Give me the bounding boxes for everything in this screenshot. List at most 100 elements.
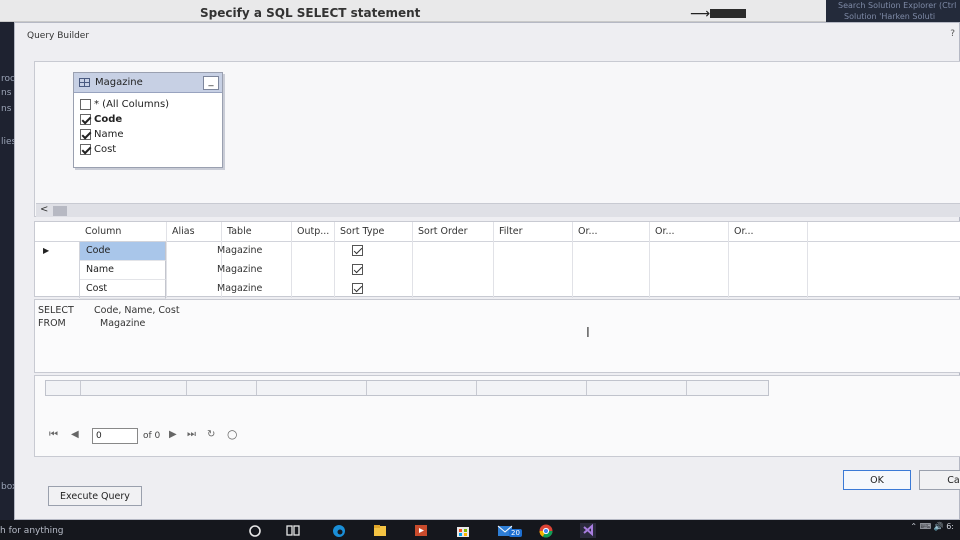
results-pane[interactable]: ⏮ ◀ 0 of 0 ▶ ⏭ ↻ ○ bbox=[34, 375, 960, 457]
text-cursor-icon: I bbox=[586, 326, 590, 341]
last-record-icon[interactable]: ⏭ bbox=[187, 429, 196, 440]
column-item-name[interactable]: Name bbox=[80, 127, 222, 142]
table-icon bbox=[79, 78, 90, 87]
results-divider bbox=[366, 381, 367, 395]
edge-icon[interactable] bbox=[331, 522, 347, 538]
column-checkbox[interactable] bbox=[80, 129, 91, 140]
previous-record-icon[interactable]: ◀ bbox=[71, 429, 79, 440]
first-record-icon[interactable]: ⏮ bbox=[49, 429, 58, 440]
wizard-title: Specify a SQL SELECT statement bbox=[200, 6, 421, 20]
record-number-input[interactable]: 0 bbox=[92, 428, 138, 444]
solution-explorer-header[interactable]: Search Solution Explorer (Ctrl Solution … bbox=[826, 0, 960, 22]
record-count-label: of 0 bbox=[143, 431, 161, 441]
row-selector-column[interactable]: ▶ bbox=[35, 242, 80, 298]
task-view-icon[interactable] bbox=[285, 522, 301, 538]
visual-studio-icon[interactable] bbox=[580, 522, 596, 538]
side-label: ns bbox=[1, 88, 12, 98]
header-table[interactable]: Table bbox=[227, 226, 252, 237]
column-label: Code bbox=[94, 114, 123, 125]
header-sort-type[interactable]: Sort Type bbox=[340, 226, 384, 237]
wizard-header: Specify a SQL SELECT statement ⟶ bbox=[0, 0, 960, 22]
sql-keyword-select: SELECT bbox=[38, 305, 74, 316]
results-grid-header bbox=[45, 380, 769, 396]
column-checkbox[interactable] bbox=[80, 114, 91, 125]
taskbar-search-text[interactable]: h for anything bbox=[0, 526, 64, 536]
sql-select-line[interactable]: SELECT Code, Name, Cost bbox=[38, 305, 180, 316]
scroll-thumb[interactable] bbox=[53, 206, 67, 216]
grid-header-row: Column Alias Table Outp... Sort Type Sor… bbox=[35, 222, 960, 242]
column-item-cost[interactable]: Cost bbox=[80, 142, 222, 157]
stop-icon[interactable]: ○ bbox=[227, 427, 237, 441]
column-checkbox[interactable] bbox=[80, 144, 91, 155]
column-item-code[interactable]: Code bbox=[80, 112, 222, 127]
cell-table[interactable]: Magazine bbox=[217, 264, 262, 275]
cell-column-text: Name bbox=[86, 264, 115, 275]
minimize-button[interactable]: _ bbox=[203, 76, 219, 90]
column-checkbox[interactable] bbox=[80, 99, 91, 110]
header-or-3[interactable]: Or... bbox=[734, 226, 754, 237]
sql-text-pane[interactable]: SELECT Code, Name, Cost FROM Magazine I bbox=[34, 299, 960, 373]
column-label: Name bbox=[94, 129, 124, 140]
grid-row[interactable]: Code Magazine bbox=[80, 242, 960, 261]
cancel-button[interactable]: Canc bbox=[919, 470, 960, 490]
cell-column-text: Code bbox=[86, 245, 111, 256]
execute-query-button[interactable]: Execute Query bbox=[48, 486, 142, 506]
side-label: ns bbox=[1, 104, 12, 114]
sql-keyword-from: FROM bbox=[38, 318, 66, 329]
header-alias[interactable]: Alias bbox=[172, 226, 195, 237]
diagram-pane[interactable]: Magazine _ * (All Columns) Code Name Cos… bbox=[34, 61, 960, 217]
diagram-horizontal-scrollbar[interactable]: < bbox=[36, 203, 960, 217]
refresh-icon[interactable]: ↻ bbox=[207, 429, 215, 440]
criteria-grid[interactable]: Column Alias Table Outp... Sort Type Sor… bbox=[34, 221, 960, 299]
header-or-1[interactable]: Or... bbox=[578, 226, 598, 237]
cell-column[interactable]: Cost bbox=[80, 280, 166, 299]
sql-from-line[interactable]: FROM Magazine bbox=[38, 318, 145, 329]
results-divider bbox=[256, 381, 257, 395]
chrome-icon[interactable] bbox=[538, 522, 554, 538]
column-label: * (All Columns) bbox=[94, 99, 170, 110]
sql-select-columns: Code, Name, Cost bbox=[94, 305, 180, 316]
header-output[interactable]: Outp... bbox=[297, 226, 329, 237]
results-divider bbox=[586, 381, 587, 395]
cell-table[interactable]: Magazine bbox=[217, 283, 262, 294]
cell-column[interactable]: Code bbox=[80, 242, 166, 261]
query-builder-dialog: Query Builder ? Magazine _ * (All Column… bbox=[14, 22, 960, 520]
output-checkbox[interactable] bbox=[352, 245, 363, 256]
header-sort-order[interactable]: Sort Order bbox=[418, 226, 468, 237]
header-filter[interactable]: Filter bbox=[499, 226, 523, 237]
column-item-all[interactable]: * (All Columns) bbox=[80, 97, 222, 112]
solution-node[interactable]: Solution 'Harken Soluti bbox=[844, 12, 935, 21]
system-tray[interactable]: ⌃ ⌨ 🔊 6: bbox=[910, 522, 954, 531]
table-box-title: Magazine bbox=[95, 77, 143, 88]
header-or-2[interactable]: Or... bbox=[655, 226, 675, 237]
windows-taskbar: h for anything 20 ⌃ ⌨ 🔊 6: bbox=[0, 520, 960, 540]
table-column-list: * (All Columns) Code Name Cost bbox=[74, 93, 222, 157]
scroll-left-icon[interactable]: < bbox=[40, 204, 48, 215]
mail-badge: 20 bbox=[509, 529, 522, 537]
store-icon[interactable] bbox=[455, 522, 471, 538]
header-column[interactable]: Column bbox=[85, 226, 121, 237]
table-box-magazine[interactable]: Magazine _ * (All Columns) Code Name Cos… bbox=[73, 72, 223, 168]
grid-row[interactable]: Cost Magazine bbox=[80, 280, 960, 299]
sql-from-table: Magazine bbox=[100, 318, 146, 329]
results-divider bbox=[186, 381, 187, 395]
cell-table[interactable]: Magazine bbox=[217, 245, 262, 256]
grid-row[interactable]: Name Magazine bbox=[80, 261, 960, 280]
arrow-icon: ⟶ bbox=[690, 6, 711, 22]
help-button[interactable]: ? bbox=[950, 29, 955, 39]
results-divider bbox=[476, 381, 477, 395]
output-checkbox[interactable] bbox=[352, 283, 363, 294]
ok-button[interactable]: OK bbox=[843, 470, 911, 490]
table-box-header[interactable]: Magazine _ bbox=[74, 73, 222, 93]
solution-search-text[interactable]: Search Solution Explorer (Ctrl bbox=[838, 1, 956, 10]
current-row-pointer-icon: ▶ bbox=[43, 246, 50, 255]
output-checkbox[interactable] bbox=[352, 264, 363, 275]
column-label: Cost bbox=[94, 144, 117, 155]
cortana-icon[interactable] bbox=[247, 522, 263, 538]
file-explorer-icon[interactable] bbox=[372, 522, 388, 538]
cell-column-text: Cost bbox=[86, 283, 108, 294]
media-player-icon[interactable] bbox=[413, 522, 429, 538]
arrow-bar-icon bbox=[710, 9, 746, 18]
cell-column[interactable]: Name bbox=[80, 261, 166, 280]
next-record-icon[interactable]: ▶ bbox=[169, 429, 177, 440]
